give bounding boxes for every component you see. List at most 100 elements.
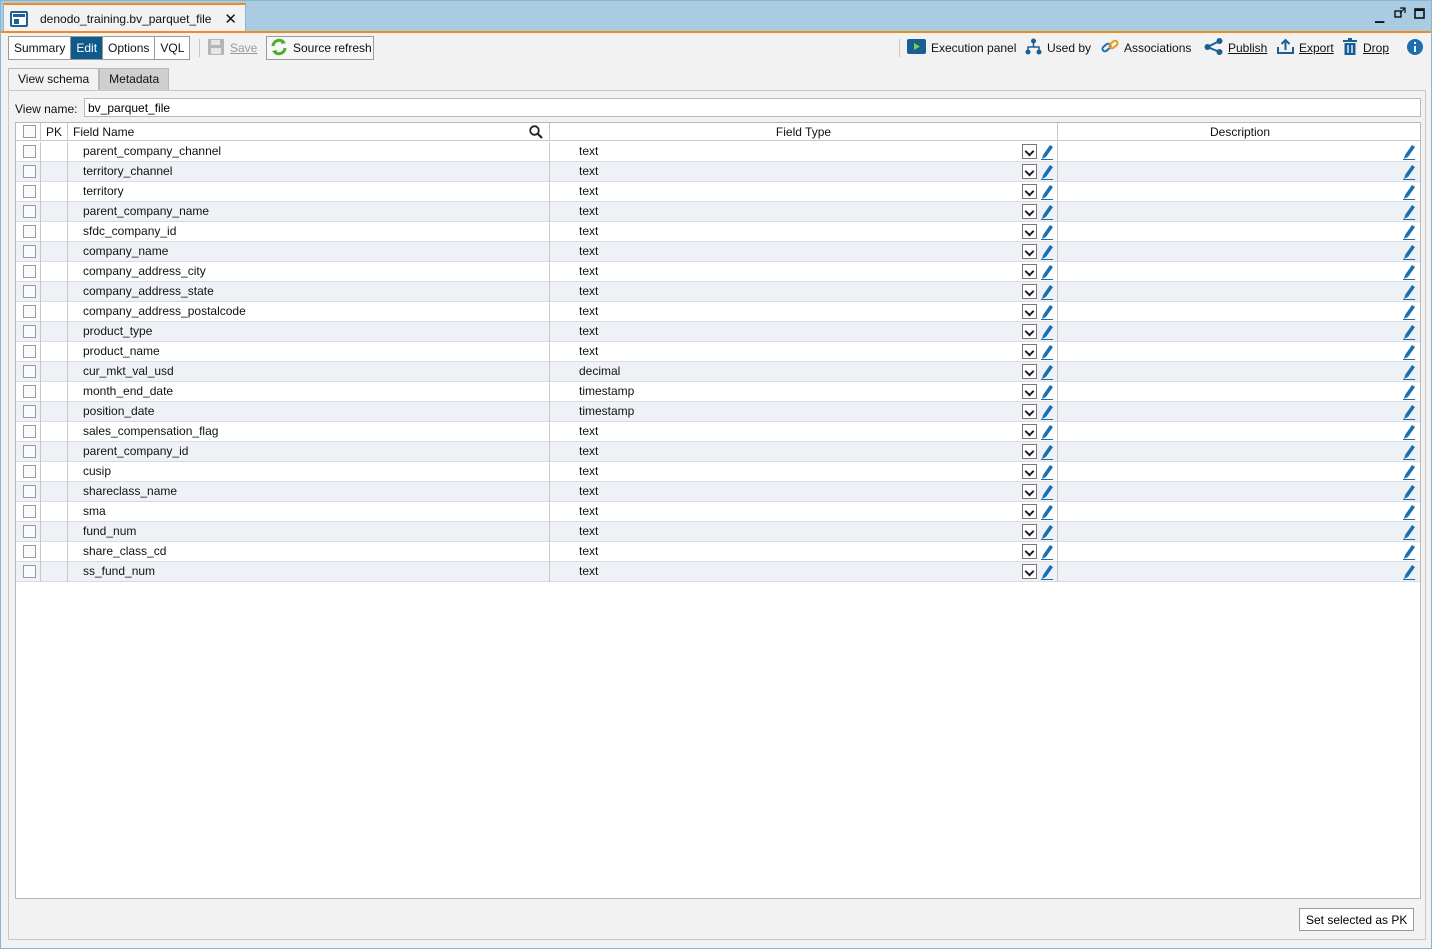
field-type-cell[interactable]: text <box>550 282 1058 302</box>
chevron-down-icon[interactable] <box>1022 404 1037 419</box>
edit-description-pencil-icon[interactable] <box>1402 483 1416 502</box>
minimize-icon[interactable]: ▁ <box>1375 9 1384 23</box>
field-name-cell[interactable]: shareclass_name <box>68 482 550 502</box>
row-pk-cell[interactable] <box>41 362 68 382</box>
row-pk-cell[interactable] <box>41 162 68 182</box>
drop-button[interactable]: Drop <box>1342 36 1389 60</box>
save-button[interactable]: Save <box>207 36 257 60</box>
description-cell[interactable] <box>1058 302 1420 322</box>
edit-type-pencil-icon[interactable] <box>1040 223 1054 242</box>
row-pk-cell[interactable] <box>41 442 68 462</box>
row-checkbox[interactable] <box>23 385 36 398</box>
field-type-cell[interactable]: text <box>550 262 1058 282</box>
edit-type-pencil-icon[interactable] <box>1040 403 1054 422</box>
chevron-down-icon[interactable] <box>1022 384 1037 399</box>
field-name-cell[interactable]: product_name <box>68 342 550 362</box>
edit-description-pencil-icon[interactable] <box>1402 303 1416 322</box>
field-name-cell[interactable]: ss_fund_num <box>68 562 550 582</box>
table-row[interactable]: company_address_state text <box>16 282 1420 302</box>
description-cell[interactable] <box>1058 502 1420 522</box>
field-name-cell[interactable]: product_type <box>68 322 550 342</box>
chevron-down-icon[interactable] <box>1022 304 1037 319</box>
publish-button[interactable]: Publish <box>1204 36 1267 60</box>
table-row[interactable]: company_address_postalcode text <box>16 302 1420 322</box>
field-type-cell[interactable]: text <box>550 142 1058 162</box>
description-cell[interactable] <box>1058 242 1420 262</box>
edit-description-pencil-icon[interactable] <box>1402 183 1416 202</box>
row-checkbox[interactable] <box>23 405 36 418</box>
field-name-cell[interactable]: sales_compensation_flag <box>68 422 550 442</box>
edit-type-pencil-icon[interactable] <box>1040 203 1054 222</box>
table-row[interactable]: parent_company_name text <box>16 202 1420 222</box>
table-row[interactable]: shareclass_name text <box>16 482 1420 502</box>
edit-description-pencil-icon[interactable] <box>1402 423 1416 442</box>
edit-description-pencil-icon[interactable] <box>1402 143 1416 162</box>
chevron-down-icon[interactable] <box>1022 564 1037 579</box>
edit-description-pencil-icon[interactable] <box>1402 283 1416 302</box>
table-row[interactable]: share_class_cd text <box>16 542 1420 562</box>
edit-description-pencil-icon[interactable] <box>1402 383 1416 402</box>
row-checkbox[interactable] <box>23 445 36 458</box>
field-type-cell[interactable]: timestamp <box>550 402 1058 422</box>
edit-type-pencil-icon[interactable] <box>1040 543 1054 562</box>
row-checkbox[interactable] <box>23 325 36 338</box>
table-row[interactable]: parent_company_channel text <box>16 142 1420 162</box>
field-name-cell[interactable]: sma <box>68 502 550 522</box>
field-type-cell[interactable]: text <box>550 522 1058 542</box>
row-pk-cell[interactable] <box>41 542 68 562</box>
row-checkbox[interactable] <box>23 265 36 278</box>
description-cell[interactable] <box>1058 322 1420 342</box>
field-type-cell[interactable]: text <box>550 162 1058 182</box>
field-type-cell[interactable]: text <box>550 542 1058 562</box>
chevron-down-icon[interactable] <box>1022 484 1037 499</box>
table-row[interactable]: territory text <box>16 182 1420 202</box>
row-pk-cell[interactable] <box>41 302 68 322</box>
table-row[interactable]: sma text <box>16 502 1420 522</box>
description-cell[interactable] <box>1058 282 1420 302</box>
chevron-down-icon[interactable] <box>1022 244 1037 259</box>
description-cell[interactable] <box>1058 222 1420 242</box>
mode-edit-button[interactable]: Edit <box>71 37 104 59</box>
field-name-cell[interactable]: month_end_date <box>68 382 550 402</box>
row-pk-cell[interactable] <box>41 522 68 542</box>
edit-type-pencil-icon[interactable] <box>1040 323 1054 342</box>
edit-type-pencil-icon[interactable] <box>1040 523 1054 542</box>
table-row[interactable]: sales_compensation_flag text <box>16 422 1420 442</box>
document-tab[interactable]: denodo_training.bv_parquet_file ✕ <box>3 3 246 32</box>
row-checkbox[interactable] <box>23 505 36 518</box>
edit-type-pencil-icon[interactable] <box>1040 343 1054 362</box>
chevron-down-icon[interactable] <box>1022 344 1037 359</box>
description-cell[interactable] <box>1058 142 1420 162</box>
chevron-down-icon[interactable] <box>1022 504 1037 519</box>
field-name-cell[interactable]: territory <box>68 182 550 202</box>
chevron-down-icon[interactable] <box>1022 264 1037 279</box>
field-name-cell[interactable]: cusip <box>68 462 550 482</box>
description-cell[interactable] <box>1058 422 1420 442</box>
description-cell[interactable] <box>1058 162 1420 182</box>
chevron-down-icon[interactable] <box>1022 464 1037 479</box>
row-checkbox[interactable] <box>23 225 36 238</box>
view-name-input[interactable] <box>84 98 1421 117</box>
table-row[interactable]: sfdc_company_id text <box>16 222 1420 242</box>
description-cell[interactable] <box>1058 562 1420 582</box>
table-row[interactable]: company_address_city text <box>16 262 1420 282</box>
row-pk-cell[interactable] <box>41 462 68 482</box>
field-type-cell[interactable]: text <box>550 562 1058 582</box>
edit-type-pencil-icon[interactable] <box>1040 363 1054 382</box>
field-name-cell[interactable]: parent_company_channel <box>68 142 550 162</box>
chevron-down-icon[interactable] <box>1022 284 1037 299</box>
row-pk-cell[interactable] <box>41 342 68 362</box>
field-type-cell[interactable]: timestamp <box>550 382 1058 402</box>
row-checkbox[interactable] <box>23 365 36 378</box>
description-cell[interactable] <box>1058 402 1420 422</box>
chevron-down-icon[interactable] <box>1022 364 1037 379</box>
field-name-cell[interactable]: territory_channel <box>68 162 550 182</box>
chevron-down-icon[interactable] <box>1022 544 1037 559</box>
edit-description-pencil-icon[interactable] <box>1402 443 1416 462</box>
field-name-cell[interactable]: company_address_postalcode <box>68 302 550 322</box>
table-row[interactable]: cusip text <box>16 462 1420 482</box>
source-refresh-button[interactable]: Source refresh <box>266 36 374 60</box>
edit-type-pencil-icon[interactable] <box>1040 143 1054 162</box>
row-pk-cell[interactable] <box>41 482 68 502</box>
edit-type-pencil-icon[interactable] <box>1040 383 1054 402</box>
